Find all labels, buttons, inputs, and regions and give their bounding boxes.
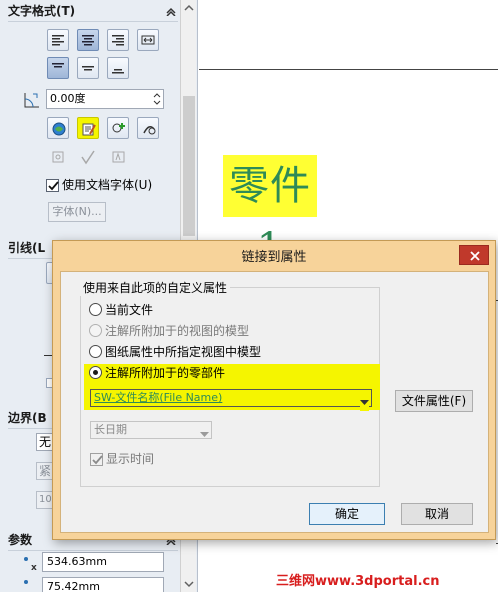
x-coordinate-value: 534.63mm — [47, 555, 107, 568]
option-sheet-view-model-label: 图纸属性中所指定视图中模型 — [105, 345, 262, 359]
disabled-tolerance-button — [47, 146, 69, 168]
radio-attached-component[interactable] — [89, 366, 102, 379]
align-left-icon — [52, 35, 64, 46]
drawing-line — [199, 69, 498, 70]
show-time-row: 显示时间 — [90, 451, 154, 467]
align-top-icon — [52, 63, 64, 68]
leader-group-header[interactable]: 引线(L — [8, 237, 52, 259]
option-attached-component[interactable]: 注解所附加于的零部件 — [89, 364, 225, 382]
border-group-header[interactable]: 边界(B — [8, 407, 52, 429]
lock-symbol-button[interactable] — [137, 117, 159, 139]
property-manager-content: 文字格式(T) — [8, 0, 178, 22]
angle-value: 0.00度 — [50, 92, 86, 105]
site-watermark: 三维网www.3dportal.cn — [276, 574, 440, 589]
option-current-file-label: 当前文件 — [105, 303, 154, 317]
align-middle-icon — [82, 66, 94, 71]
scroll-up-arrow-icon[interactable] — [181, 0, 197, 16]
file-properties-button[interactable]: 文件属性(F) — [395, 390, 473, 412]
align-bottom-button[interactable] — [107, 57, 129, 79]
text-format-title: 文字格式(T) — [8, 4, 76, 18]
close-icon — [470, 251, 480, 261]
globe-link-icon — [52, 122, 66, 136]
custom-property-source-label: 使用来自此项的自定义属性 — [80, 279, 231, 296]
y-coordinate-value: 75.42mm — [47, 580, 100, 592]
dialog-close-button[interactable] — [459, 245, 489, 265]
disabled-datum-button — [107, 146, 129, 168]
border-count-value: 10 — [39, 494, 52, 505]
date-format-value: 长日期 — [94, 423, 127, 436]
border-title: 边界(B — [8, 411, 47, 425]
checkmark-icon — [48, 181, 59, 191]
align-center-button[interactable] — [77, 29, 99, 51]
align-right-icon — [112, 35, 124, 46]
svg-text:x: x — [31, 563, 37, 573]
show-time-checkbox — [90, 453, 103, 466]
use-document-font-label: 使用文档字体(U) — [62, 178, 153, 192]
font-button[interactable]: 字体(N)... — [48, 202, 106, 222]
scroll-thumb[interactable] — [183, 96, 195, 236]
datum-icon — [112, 151, 125, 163]
align-left-button[interactable] — [47, 29, 69, 51]
add-symbol-button[interactable] — [107, 117, 129, 139]
collapse-chevron-icon[interactable] — [166, 6, 176, 16]
radio-sheet-view-model[interactable] — [89, 345, 102, 358]
cancel-button[interactable]: 取消 — [401, 503, 473, 525]
symbol-lock-icon — [143, 126, 156, 135]
angle-icon — [22, 90, 42, 113]
option-view-model-label: 注解所附加于的视图的模型 — [105, 324, 250, 338]
justify-icon — [141, 35, 155, 45]
radio-view-model — [89, 324, 102, 337]
angle-spin-arrows[interactable] — [151, 90, 163, 108]
align-right-button[interactable] — [107, 29, 129, 51]
tolerance-icon — [52, 151, 64, 163]
y-coordinate-icon — [22, 578, 40, 592]
use-document-font-checkbox[interactable] — [46, 179, 59, 192]
show-time-label: 显示时间 — [106, 452, 155, 466]
chevron-down-icon — [200, 427, 209, 443]
leader-title: 引线(L — [8, 241, 46, 255]
disabled-surface-finish-button — [77, 146, 99, 168]
angle-input[interactable]: 0.00度 — [46, 89, 164, 109]
parameters-title: 参数 — [8, 533, 33, 547]
link-to-property-button[interactable] — [77, 117, 99, 139]
justify-button[interactable] — [137, 29, 159, 51]
border-style-value: 无 — [39, 435, 52, 449]
ok-button[interactable]: 确定 — [309, 503, 385, 525]
align-top-button[interactable] — [47, 57, 69, 79]
property-name-select[interactable]: SW-文件名称(File Name) — [90, 389, 372, 411]
align-bottom-icon — [112, 69, 124, 74]
align-middle-button[interactable] — [77, 57, 99, 79]
add-symbol-icon — [112, 123, 125, 133]
date-format-select: 长日期 — [90, 421, 212, 439]
option-attached-component-label: 注解所附加于的零部件 — [105, 366, 226, 380]
checkmark-icon — [92, 455, 103, 465]
option-sheet-view-model[interactable]: 图纸属性中所指定视图中模型 — [89, 343, 261, 361]
x-coordinate-icon: x — [22, 555, 40, 576]
scroll-down-arrow-icon[interactable] — [181, 576, 197, 592]
y-coordinate-input[interactable]: 75.42mm — [42, 577, 164, 592]
link-property-icon — [82, 123, 96, 136]
border-size-value: 紧 — [39, 464, 52, 478]
part-name-note[interactable]: 零件1 — [223, 155, 317, 271]
align-center-icon — [82, 35, 94, 46]
x-coordinate-input[interactable]: 534.63mm — [42, 552, 164, 572]
radio-current-file[interactable] — [89, 303, 102, 316]
option-current-file[interactable]: 当前文件 — [89, 301, 153, 319]
chevron-down-icon — [360, 395, 369, 411]
property-name-value: SW-文件名称(File Name) — [94, 391, 223, 404]
option-view-model: 注解所附加于的视图的模型 — [89, 322, 249, 340]
use-document-font-row[interactable]: 使用文档字体(U) — [46, 177, 152, 193]
dialog-title: 链接到属性 — [241, 250, 307, 265]
surface-finish-icon — [81, 150, 95, 165]
insert-hyperlink-button[interactable] — [47, 117, 69, 139]
text-format-group-header[interactable]: 文字格式(T) — [8, 0, 178, 22]
